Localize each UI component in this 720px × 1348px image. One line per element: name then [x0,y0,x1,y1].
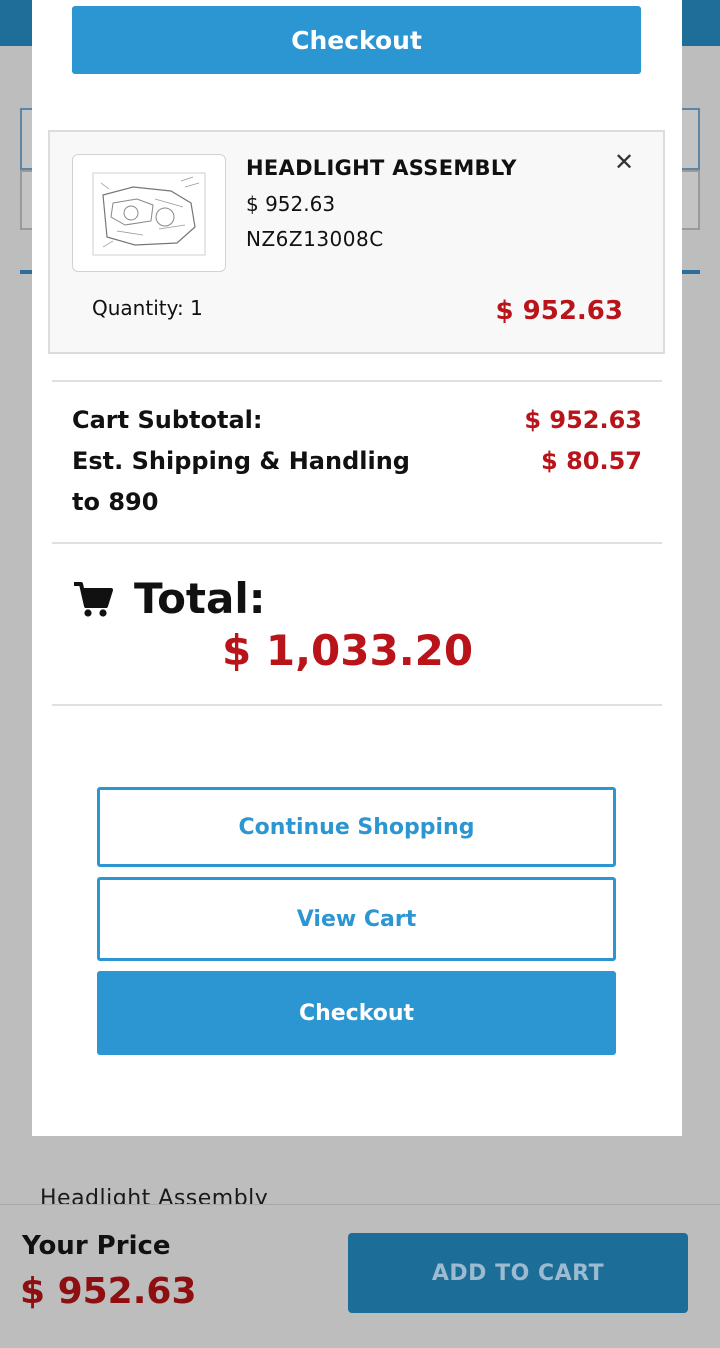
item-unit-price: $ 952.63 [246,192,336,216]
view-cart-button[interactable]: View Cart [97,877,616,961]
total-value: $ 1,033.20 [222,626,474,675]
item-sku: NZ6Z13008C [246,227,384,251]
your-price-value: $ 952.63 [20,1271,197,1312]
mini-cart-modal: Checkout HEADLIGHT ASSEMBLY $ 952.63 NZ6… [32,0,682,1136]
add-to-cart-button[interactable]: ADD TO CART [348,1233,688,1313]
product-image[interactable] [72,154,226,272]
continue-shopping-button[interactable]: Continue Shopping [97,787,616,867]
total-label: Total: [134,574,266,623]
shipping-value: $ 80.57 [541,447,642,475]
shipping-label: Est. Shipping & Handling to 890 [72,447,410,516]
item-quantity: Quantity: 1 [92,296,203,320]
cart-icon [72,580,114,620]
checkout-top-button[interactable]: Checkout [72,6,641,74]
divider [52,542,662,544]
close-icon[interactable]: ✕ [612,150,636,174]
divider [52,704,662,706]
subtotal-label: Cart Subtotal: [72,406,263,434]
divider [52,380,662,382]
subtotal-value: $ 952.63 [524,406,642,434]
cart-item: HEADLIGHT ASSEMBLY $ 952.63 NZ6Z13008C ✕… [48,130,665,354]
your-price-label: Your Price [22,1231,171,1261]
sticky-price-bar: Your Price $ 952.63 ADD TO CART [0,1204,720,1348]
item-line-total: $ 952.63 [495,296,623,326]
checkout-button[interactable]: Checkout [97,971,616,1055]
item-name[interactable]: HEADLIGHT ASSEMBLY [246,156,517,180]
